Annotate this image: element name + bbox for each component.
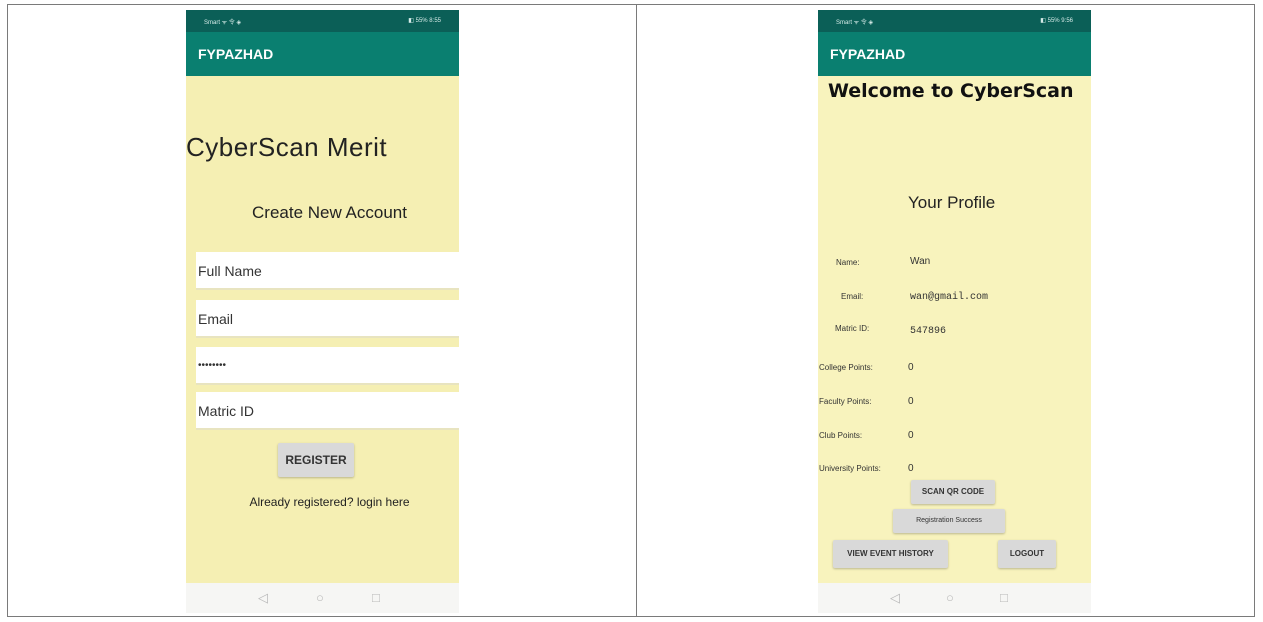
- register-button[interactable]: REGISTER: [278, 443, 354, 477]
- university-points-value: 0: [908, 463, 914, 474]
- matric-id-field[interactable]: Matric ID: [196, 392, 459, 430]
- faculty-points-value: 0: [908, 396, 914, 407]
- status-left: Smart ᯤ 令 ◈: [204, 20, 242, 26]
- university-points-label: University Points:: [819, 464, 881, 473]
- app-main-title: CyberScan Merit: [186, 132, 388, 162]
- app-title: FYPAZHAD: [198, 46, 274, 62]
- password-field[interactable]: ••••••••: [196, 347, 459, 385]
- club-points-value: 0: [908, 430, 914, 441]
- email-label: Email:: [841, 292, 864, 301]
- full-name-field[interactable]: Full Name: [196, 252, 459, 290]
- recent-apps-icon[interactable]: □: [372, 590, 380, 605]
- app-title: FYPAZHAD: [830, 46, 906, 62]
- college-points-label: College Points:: [819, 363, 873, 372]
- faculty-points-label: Faculty Points:: [819, 397, 872, 406]
- recent-apps-icon[interactable]: □: [1000, 590, 1008, 605]
- name-label: Name:: [836, 258, 860, 267]
- matric-id-label: Matric ID:: [835, 324, 870, 333]
- figure-divider: [636, 4, 637, 617]
- club-points-label: Club Points:: [819, 431, 863, 440]
- app-bar: FYPAZHAD: [818, 32, 1091, 76]
- status-bar: Smart ᯤ 令 ◈ ◧ 55% 8:55: [186, 10, 459, 32]
- login-link[interactable]: Already registered? login here: [186, 495, 459, 509]
- back-nav-icon[interactable]: ◁: [258, 590, 268, 606]
- profile-screen: Smart ᯤ 令 ◈ ◧ 55% 9:56 FYPAZHAD Welcome …: [818, 10, 1091, 613]
- status-right: ◧ 55% 9:56: [1040, 18, 1073, 24]
- email-field[interactable]: Email: [196, 300, 459, 338]
- system-nav-bar: ◁ ○ □: [186, 583, 459, 613]
- home-nav-icon[interactable]: ○: [946, 590, 954, 605]
- registration-success-toast: Registration Success: [893, 509, 1005, 533]
- college-points-value: 0: [908, 362, 914, 373]
- name-value: Wan: [910, 256, 931, 267]
- status-right: ◧ 55% 8:55: [408, 18, 441, 24]
- system-nav-bar: ◁ ○ □: [818, 583, 1091, 613]
- status-left: Smart ᯤ 令 ◈: [836, 20, 874, 26]
- status-bar: Smart ᯤ 令 ◈ ◧ 55% 9:56: [818, 10, 1091, 32]
- scan-qr-code-button[interactable]: SCAN QR CODE: [911, 480, 995, 504]
- email-value: wan@gmail.com: [910, 292, 989, 303]
- logout-button[interactable]: LOGOUT: [998, 540, 1056, 568]
- profile-title: Your Profile: [908, 193, 996, 212]
- matric-id-value: 547896: [910, 326, 947, 337]
- app-bar: FYPAZHAD: [186, 32, 459, 76]
- welcome-heading: Welcome to CyberScan: [828, 80, 1074, 102]
- register-screen: Smart ᯤ 令 ◈ ◧ 55% 8:55 FYPAZHAD CyberSca…: [186, 10, 459, 613]
- view-event-history-button[interactable]: VIEW EVENT HISTORY: [833, 540, 948, 568]
- back-nav-icon[interactable]: ◁: [890, 590, 900, 606]
- home-nav-icon[interactable]: ○: [316, 590, 324, 605]
- create-account-title: Create New Account: [252, 203, 407, 222]
